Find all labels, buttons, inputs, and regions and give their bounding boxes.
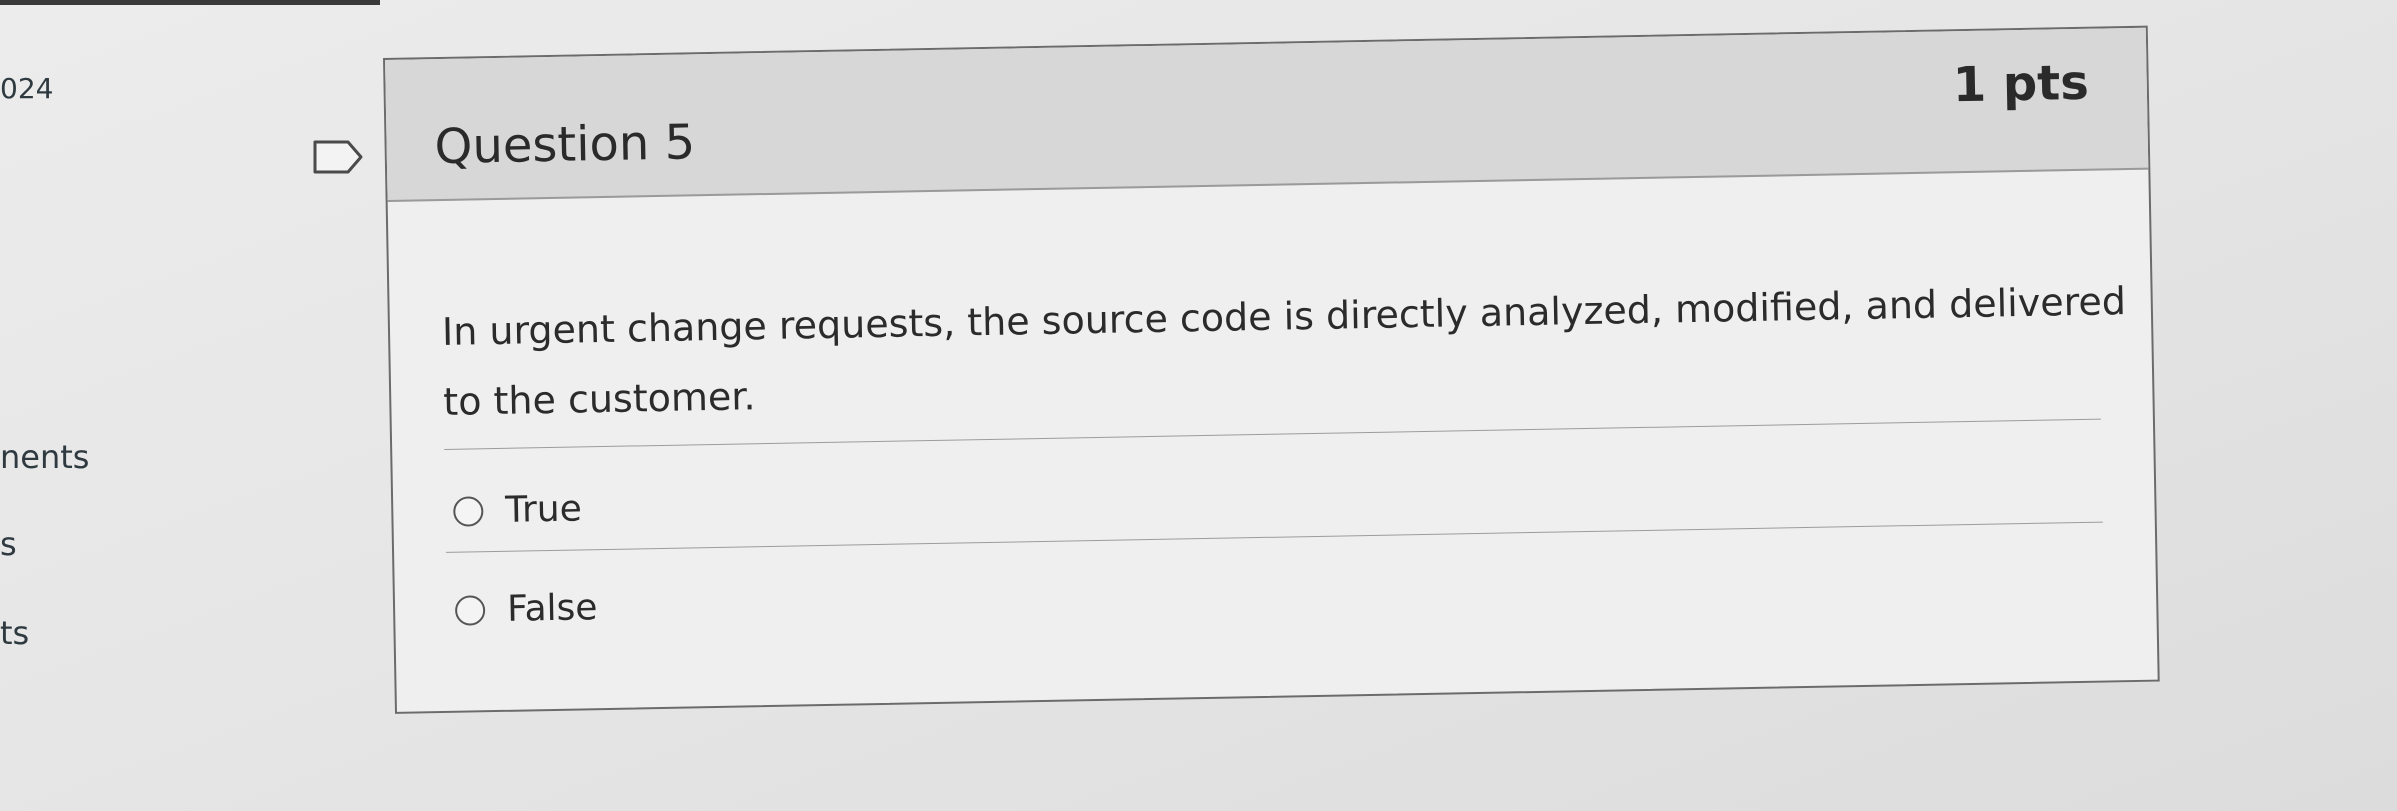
question-card: Question 5 1 pts In urgent change reques… <box>383 25 2160 714</box>
question-text: In urgent change requests, the source co… <box>441 279 2127 424</box>
answer-option-true[interactable]: True <box>453 488 582 531</box>
sidebar-link-fragment[interactable]: s <box>0 525 17 563</box>
answer-option-false[interactable]: False <box>454 587 598 631</box>
radio-unchecked-icon[interactable] <box>454 594 486 626</box>
question-points: 1 pts <box>1952 54 2090 114</box>
course-sidebar: 024 nents s ts <box>0 0 120 811</box>
radio-unchecked-icon[interactable] <box>453 495 484 527</box>
sidebar-link-assignments[interactable]: nents <box>0 438 89 476</box>
answer-divider <box>446 521 2103 553</box>
flag-question-icon[interactable] <box>312 138 364 176</box>
question-header: Question 5 1 pts <box>385 27 2149 202</box>
sidebar-link-students[interactable]: ts <box>0 614 29 652</box>
answer-label-false: False <box>506 587 598 630</box>
question-title: Question 5 <box>434 114 696 176</box>
answer-label-true: True <box>504 488 583 531</box>
sidebar-fragment-date: 024 <box>0 72 54 105</box>
